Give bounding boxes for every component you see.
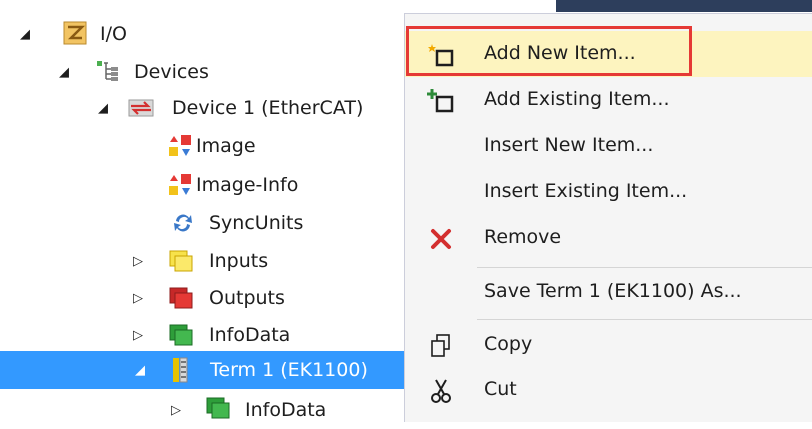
menu-separator	[477, 267, 812, 268]
tree-item-label: Outputs	[209, 287, 285, 309]
tree-item-label: Devices	[134, 61, 209, 83]
ethercat-device-icon	[128, 99, 154, 117]
menu-item-label: Insert Existing Item...	[484, 180, 688, 202]
menu-item-copy[interactable]: Copy	[405, 322, 812, 368]
tree-item-label: Image-Info	[196, 174, 299, 196]
tree-item-device1-ethercat[interactable]: ◢ Device 1 (EtherCAT)	[0, 89, 404, 127]
tree-item-devices[interactable]: ◢ Devices	[0, 53, 404, 91]
menu-item-label: Add Existing Item...	[484, 88, 670, 110]
menu-item-label: Copy	[484, 333, 533, 355]
menu-item-insert-existing-item[interactable]: Insert Existing Item...	[405, 169, 812, 215]
tree-item-outputs[interactable]: ▷ Outputs	[0, 279, 404, 317]
expanded-arrow-icon[interactable]: ◢	[96, 101, 110, 116]
tree-item-label: Term 1 (EK1100)	[210, 359, 368, 381]
tree-item-image[interactable]: Image	[0, 127, 404, 165]
cut-icon	[431, 379, 451, 403]
menu-separator	[477, 319, 812, 320]
expanded-arrow-icon[interactable]: ◢	[18, 27, 32, 42]
tree-item-term1-ek1100[interactable]: ◢ Term 1 (EK1100)	[0, 351, 404, 389]
sync-units-icon	[174, 214, 192, 232]
tree-item-label: SyncUnits	[209, 212, 304, 234]
menu-item-add-existing-item[interactable]: Add Existing Item...	[405, 77, 812, 123]
tree-item-io[interactable]: ◢ I/O	[0, 15, 404, 53]
devices-icon	[97, 61, 118, 81]
annotation-highlight-box	[406, 26, 692, 76]
tree-item-label: Inputs	[209, 250, 269, 272]
collapsed-arrow-icon[interactable]: ▷	[131, 328, 145, 343]
infodata-icon	[169, 324, 193, 346]
tree-item-syncunits[interactable]: SyncUnits	[0, 204, 404, 242]
image-icon	[169, 135, 191, 156]
infodata-icon	[206, 397, 230, 419]
expanded-arrow-icon[interactable]: ◢	[57, 65, 71, 80]
menu-item-label: Remove	[484, 226, 562, 248]
menu-item-remove[interactable]: Remove	[405, 215, 812, 261]
inputs-icon	[169, 250, 193, 272]
window-header-strip	[556, 0, 812, 12]
menu-item-label: Insert New Item...	[484, 134, 654, 156]
tree-item-label: InfoData	[245, 399, 327, 421]
menu-item-label: Save Term 1 (EK1100) As...	[484, 280, 742, 302]
menu-item-insert-new-item[interactable]: Insert New Item...	[405, 123, 812, 169]
menu-item-save-as[interactable]: Save Term 1 (EK1100) As...	[405, 269, 812, 315]
io-folder-icon	[63, 21, 87, 45]
collapsed-arrow-icon[interactable]: ▷	[131, 291, 145, 306]
tree-item-label: Device 1 (EtherCAT)	[172, 97, 364, 119]
tree-item-inputs[interactable]: ▷ Inputs	[0, 242, 404, 280]
tree-item-infodata[interactable]: ▷ InfoData	[0, 316, 404, 354]
tree-item-label: I/O	[100, 23, 127, 45]
tree-item-label: InfoData	[209, 324, 291, 346]
collapsed-arrow-icon[interactable]: ▷	[131, 254, 145, 269]
copy-icon	[431, 334, 450, 357]
menu-item-cut[interactable]: Cut	[405, 367, 812, 413]
collapsed-arrow-icon[interactable]: ▷	[169, 403, 183, 418]
tree-item-label: Image	[196, 135, 256, 157]
add-existing-item-icon	[427, 89, 454, 113]
image-info-icon	[169, 174, 191, 195]
tree-item-term-infodata[interactable]: ▷ InfoData	[0, 391, 404, 429]
tree-item-image-info[interactable]: Image-Info	[0, 166, 404, 204]
expanded-arrow-icon[interactable]: ◢	[133, 363, 147, 378]
menu-item-label: Cut	[484, 378, 517, 400]
outputs-icon	[169, 287, 193, 309]
remove-icon	[431, 229, 451, 249]
terminal-icon	[173, 357, 188, 383]
